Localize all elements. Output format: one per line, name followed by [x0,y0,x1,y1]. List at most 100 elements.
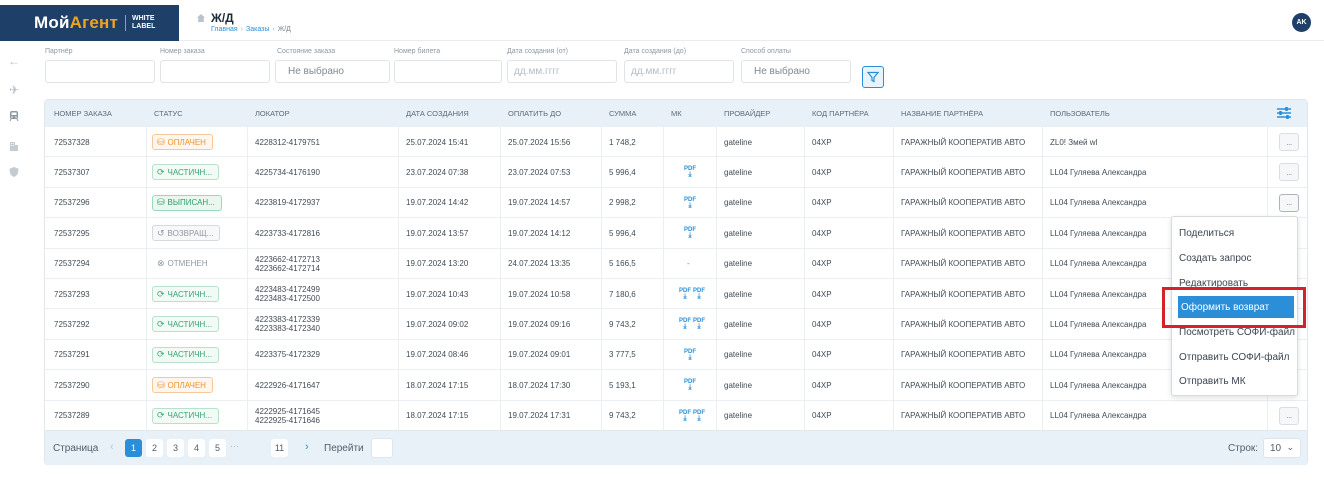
mk-cell: PDF ⤓ PDF ⤓ [679,401,707,431]
partner-input[interactable] [45,60,155,83]
filter-payment-method-label: Способ оплаты [741,48,791,55]
row-actions-button[interactable]: ... [1279,406,1299,425]
page-11-button[interactable]: 11 [271,439,288,457]
pdf-icon[interactable]: PDF ⤓ [684,379,696,391]
goto-label: Перейти [324,443,364,454]
table-row[interactable]: 72537291 ⟳ ЧАСТИЧН... 4223375-4172329 19.07.… [45,338,1307,370]
status-icon: ⟳ [157,349,165,360]
table-row[interactable]: 72537289 ⟳ ЧАСТИЧН... 4222925-4171645 422292… [45,399,1307,431]
order-number-input[interactable] [160,60,270,83]
col-created[interactable]: ДАТА СОЗДАНИЯ [406,109,469,118]
status-icon: ↺ [157,227,165,238]
column-settings-button[interactable] [1273,104,1295,122]
pdf-icon[interactable]: PDF ⤓ [693,318,705,330]
created-cell: 23.07.2024 07:38 [406,167,469,177]
payment-method-select[interactable]: Не выбрано [741,60,851,83]
status-icon: ⟳ [157,288,165,299]
plane-icon[interactable]: ✈ [8,84,20,96]
status-cell: ⟳ ЧАСТИЧН... [152,157,219,187]
next-page-icon[interactable]: › [305,441,309,453]
col-sum[interactable]: СУММА [609,109,636,118]
col-user[interactable]: ПОЛЬЗОВАТЕЛЬ [1050,109,1110,118]
order-number-cell: 72537292 [54,319,90,329]
col-partner-name[interactable]: НАЗВАНИЕ ПАРТНЁРА [901,109,983,118]
row-actions-button[interactable]: ... [1279,163,1299,182]
sum-cell: 9 743,2 [609,411,636,421]
pdf-icon[interactable]: PDF ⤓ [679,288,691,300]
goto-page-input[interactable] [371,438,393,458]
col-locator[interactable]: ЛОКАТОР [255,109,290,118]
col-pay-by[interactable]: ОПЛАТИТЬ ДО [508,109,561,118]
page-3-button[interactable]: 3 [167,439,184,457]
partner-code-cell: 04XP [812,228,832,238]
menu-item-create-request[interactable]: Создать запрос [1178,247,1294,269]
pagination: Страница ‹ 1 2 3 4 5 ··· 11 › Перейти Ст… [45,430,1307,465]
col-mk[interactable]: МК [671,109,682,118]
table-row[interactable]: 72537307 ⟳ ЧАСТИЧН... 4225734-4176190 23.07.… [45,156,1307,186]
page-2-button[interactable]: 2 [146,439,163,457]
col-status[interactable]: СТАТУС [154,109,183,118]
date-to-input[interactable]: дд.мм.гггг [624,60,734,83]
pdf-icon[interactable]: PDF ⤓ [684,166,696,178]
order-state-select[interactable]: Не выбрано [275,60,390,83]
table-row[interactable]: 72537296 ⛁ ВЫПИСАН... 4223819-4172937 19.07.… [45,186,1307,217]
page-1-button[interactable]: 1 [125,439,142,457]
back-arrow-icon[interactable]: ← [8,55,20,67]
partner-name-cell: ГАРАЖНЫЙ КООПЕРАТИВ АВТО [901,319,1026,329]
hotel-icon[interactable] [8,140,20,152]
user-cell: LL04 Гуляева Александра [1050,198,1147,208]
row-actions-button[interactable]: ... [1279,133,1299,151]
pdf-icon[interactable]: PDF ⤓ [684,227,696,239]
table-row[interactable]: 72537328 ⛁ ОПЛАЧЕН 4228312-4179751 25.07.202… [45,126,1307,156]
pay-by-cell: 25.07.2024 15:56 [508,137,571,147]
menu-item-send-sofi-file[interactable]: Отправить СОФИ-файл [1178,346,1294,368]
table-row[interactable]: 72537295 ↺ ВОЗВРАЩ... 4223733-4172816 19.07.… [45,217,1307,247]
status-icon: ⛁ [157,136,165,147]
status-cell: ⟳ ЧАСТИЧН... [152,309,219,339]
avatar[interactable]: AK [1292,13,1311,32]
row-actions-button[interactable]: ... [1279,193,1299,212]
user-cell: LL04 Гуляева Александра [1050,411,1147,421]
pdf-icon[interactable]: PDF ⤓ [679,318,691,330]
table-row[interactable]: 72537292 ⟳ ЧАСТИЧН... 4223383-4172339 422338… [45,308,1307,338]
breadcrumb-home[interactable]: Главная [211,26,238,33]
status-icon: ⛁ [157,197,165,208]
pdf-icon[interactable]: PDF ⤓ [693,288,705,300]
status-text: ЧАСТИЧН... [167,289,212,299]
pager-label: Страница [53,443,99,454]
partner-code-cell: 04XP [812,350,832,360]
provider-cell: gateline [724,259,753,269]
shield-icon[interactable] [8,166,20,178]
table-row[interactable]: 72537293 ⟳ ЧАСТИЧН... 4223483-4172499 422348… [45,278,1307,308]
train-icon[interactable] [8,110,20,122]
date-from-input[interactable]: дд.мм.гггг [507,60,617,83]
pdf-icon[interactable]: PDF ⤓ [693,410,705,422]
pdf-icon[interactable]: PDF ⤓ [679,410,691,422]
table-row[interactable]: 72537290 ⛁ ОПЛАЧЕН 4222926-4171647 18.07.202… [45,369,1307,399]
mk-cell: PDF ⤓ PDF ⤓ [679,309,707,339]
col-partner-code[interactable]: КОД ПАРТНЁРА [812,109,869,118]
status-badge: ⛁ ОПЛАЧЕН [152,377,213,394]
menu-item-share[interactable]: Поделиться [1178,222,1294,244]
pdf-icon[interactable]: PDF ⤓ [684,197,696,209]
table-row[interactable]: 72537294 ⊗ ОТМЕНЕН 4223662-4172713 4223662-4… [45,247,1307,278]
pdf-icon[interactable]: PDF ⤓ [684,349,696,361]
col-order-number[interactable]: НОМЕР ЗАКАЗА [54,109,112,118]
partner-code-cell: 04XP [812,259,832,269]
locator-value: 4223483-4172500 [255,294,320,303]
ticket-number-input[interactable] [394,60,502,83]
pay-by-cell: 19.07.2024 10:58 [508,289,571,299]
locator-cell: 4223375-4172329 [255,340,320,370]
prev-page-icon[interactable]: ‹ [110,441,114,453]
apply-filter-button[interactable] [862,66,884,88]
menu-item-send-mk[interactable]: Отправить МК [1178,370,1294,392]
logo[interactable]: МойАгент WHITE LABEL [0,5,179,41]
page-4-button[interactable]: 4 [188,439,205,457]
status-icon: ⟳ [157,166,165,177]
breadcrumb-orders[interactable]: Заказы [246,26,269,33]
page-5-button[interactable]: 5 [209,439,226,457]
col-provider[interactable]: ПРОВАЙДЕР [724,109,770,118]
rows-per-page-select[interactable]: 10 ⌄ [1263,438,1301,458]
app-header: МойАгент WHITE LABEL Ж/Д Главная › Заказы › Ж… [0,5,1324,41]
status-text: ЧАСТИЧН... [167,350,212,360]
